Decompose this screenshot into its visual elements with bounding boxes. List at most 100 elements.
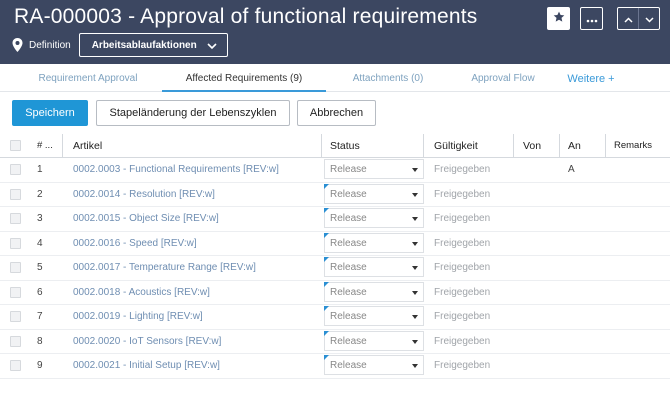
- status-select[interactable]: Release: [324, 232, 424, 253]
- table-header: # ... Artikel Status Gültigkeit Von An R…: [0, 134, 670, 158]
- column-header-number[interactable]: # ...: [37, 134, 63, 158]
- validity-value: Freigegeben: [434, 213, 491, 224]
- tab-approval-flow[interactable]: Approval Flow: [450, 64, 556, 92]
- caret-down-icon: [412, 217, 418, 221]
- status-value: Release: [330, 335, 367, 347]
- changed-flag: [324, 208, 329, 213]
- tab-requirement-approval[interactable]: Requirement Approval: [18, 64, 158, 92]
- column-header-article[interactable]: Artikel: [73, 134, 322, 158]
- tab-bar: Requirement Approval Affected Requiremen…: [0, 64, 670, 92]
- status-select[interactable]: Release: [324, 159, 424, 179]
- status-select[interactable]: Release: [324, 306, 424, 326]
- row-checkbox[interactable]: [10, 237, 21, 249]
- column-header-status[interactable]: Status: [330, 134, 424, 158]
- save-button[interactable]: Speichern: [12, 100, 88, 126]
- status-select[interactable]: Release: [324, 281, 424, 302]
- caret-down-icon: [412, 192, 418, 197]
- map-pin-icon: [12, 38, 23, 52]
- status-value: Release: [330, 188, 367, 200]
- changed-flag: [324, 183, 329, 189]
- status-value: Release: [330, 237, 367, 249]
- row-checkbox[interactable]: [10, 262, 21, 273]
- row-number: 5: [37, 262, 43, 273]
- status-select[interactable]: Release: [324, 183, 424, 204]
- validity-value: Freigegeben: [434, 286, 491, 298]
- chevron-up-icon: [624, 10, 633, 28]
- row-checkbox[interactable]: [10, 164, 21, 175]
- table-row[interactable]: 3 0002.0015 - Object Size [REV:w] Releas…: [0, 207, 670, 232]
- column-header-remarks[interactable]: Remarks: [614, 134, 670, 158]
- tab-affected-requirements[interactable]: Affected Requirements (9): [162, 64, 326, 92]
- article-link[interactable]: 0002.0016 - Speed [REV:w]: [73, 232, 197, 256]
- more-button[interactable]: [580, 7, 603, 30]
- row-checkbox[interactable]: [10, 335, 21, 347]
- article-link[interactable]: 0002.0020 - IoT Sensors [REV:w]: [73, 330, 221, 354]
- row-number: 2: [37, 188, 43, 200]
- tab-more[interactable]: Weitere +: [560, 64, 622, 92]
- row-checkbox[interactable]: [10, 188, 21, 200]
- validity-value: Freigegeben: [434, 360, 491, 371]
- article-link[interactable]: 0002.0021 - Initial Setup [REV:w]: [73, 354, 220, 378]
- workflow-actions-label: Arbeitsablaufaktionen: [91, 39, 197, 51]
- row-number: 7: [37, 311, 43, 322]
- row-number: 1: [37, 164, 43, 175]
- status-value: Release: [330, 360, 367, 371]
- article-link[interactable]: 0002.0019 - Lighting [REV:w]: [73, 305, 203, 329]
- article-link[interactable]: 0002.0017 - Temperature Range [REV:w]: [73, 256, 256, 280]
- table-row[interactable]: 1 0002.0003 - Functional Requirements [R…: [0, 158, 670, 183]
- affected-requirements-table: # ... Artikel Status Gültigkeit Von An R…: [0, 134, 670, 379]
- validity-value: Freigegeben: [434, 311, 491, 322]
- article-link[interactable]: 0002.0015 - Object Size [REV:w]: [73, 207, 219, 231]
- column-header-validity[interactable]: Gültigkeit: [434, 134, 514, 158]
- ellipsis-icon: [586, 10, 598, 28]
- status-select[interactable]: Release: [324, 330, 424, 351]
- status-value: Release: [330, 311, 367, 322]
- changed-flag: [324, 257, 329, 262]
- status-select[interactable]: Release: [324, 208, 424, 228]
- changed-flag: [324, 330, 329, 336]
- table-row[interactable]: 9 0002.0021 - Initial Setup [REV:w] Rele…: [0, 354, 670, 379]
- validity-value: Freigegeben: [434, 262, 491, 273]
- workflow-actions-button[interactable]: Arbeitsablaufaktionen: [78, 33, 228, 57]
- star-icon: [553, 10, 565, 28]
- table-row[interactable]: 7 0002.0019 - Lighting [REV:w] Release F…: [0, 305, 670, 330]
- tab-attachments[interactable]: Attachments (0): [330, 64, 446, 92]
- table-row[interactable]: 4 0002.0016 - Speed [REV:w] Release Frei…: [0, 232, 670, 256]
- changed-flag: [324, 306, 329, 311]
- page-title: RA-000003 - Approval of functional requi…: [14, 5, 478, 28]
- status-select[interactable]: Release: [324, 257, 424, 277]
- changed-flag: [324, 355, 329, 360]
- caret-down-icon: [412, 290, 418, 295]
- status-value: Release: [330, 213, 367, 224]
- row-number: 6: [37, 286, 43, 298]
- article-link[interactable]: 0002.0003 - Functional Requirements [REV…: [73, 158, 279, 182]
- row-number: 4: [37, 237, 43, 249]
- table-row[interactable]: 5 0002.0017 - Temperature Range [REV:w] …: [0, 256, 670, 281]
- changed-flag: [324, 281, 329, 287]
- select-all-checkbox[interactable]: [10, 140, 21, 151]
- validity-value: Freigegeben: [434, 188, 491, 200]
- row-checkbox[interactable]: [10, 286, 21, 298]
- table-row[interactable]: 2 0002.0014 - Resolution [REV:w] Release…: [0, 183, 670, 207]
- status-select[interactable]: Release: [324, 355, 424, 375]
- article-link[interactable]: 0002.0018 - Acoustics [REV:w]: [73, 281, 210, 305]
- favorite-button[interactable]: [547, 7, 570, 30]
- table-row[interactable]: 6 0002.0018 - Acoustics [REV:w] Release …: [0, 281, 670, 305]
- column-header-to[interactable]: An: [568, 134, 606, 158]
- row-number: 8: [37, 335, 43, 347]
- validity-value: Freigegeben: [434, 335, 491, 347]
- table-row[interactable]: 8 0002.0020 - IoT Sensors [REV:w] Releas…: [0, 330, 670, 354]
- caret-down-icon: [412, 339, 418, 344]
- previous-record-button[interactable]: [618, 8, 638, 29]
- row-checkbox[interactable]: [10, 311, 21, 322]
- bulk-lifecycle-change-button[interactable]: Stapeländerung der Lebenszyklen: [96, 100, 290, 126]
- row-checkbox[interactable]: [10, 360, 21, 371]
- to-value: A: [568, 164, 575, 175]
- article-link[interactable]: 0002.0014 - Resolution [REV:w]: [73, 183, 215, 207]
- cancel-button[interactable]: Abbrechen: [297, 100, 376, 126]
- definition-label[interactable]: Definition: [29, 40, 71, 51]
- row-checkbox[interactable]: [10, 213, 21, 224]
- caret-down-icon: [412, 364, 418, 368]
- next-record-button[interactable]: [638, 8, 659, 29]
- column-header-from[interactable]: Von: [523, 134, 560, 158]
